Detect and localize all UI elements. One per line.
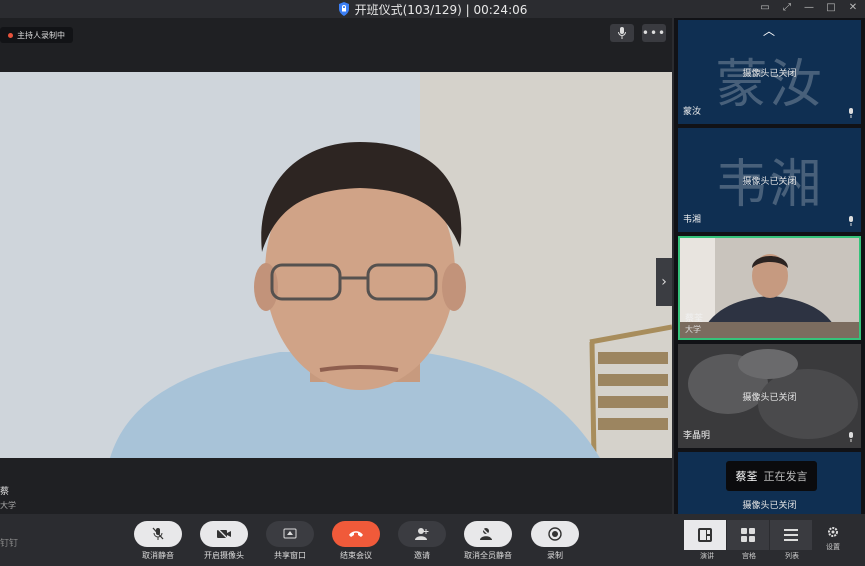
settings-button[interactable]: 设置 [826,526,840,552]
participant-sidebar: 蒙汝 ︿ 摄像头已关闭 蒙汝 韦湘 摄像头已关闭 韦湘 蔡荃 大学 摄像头已关闭 [674,18,865,514]
view-label: 列表 [785,552,799,560]
mic-muted-icon [152,527,164,540]
pill [266,521,314,547]
window-controls: ▭ ⤢ — □ ✕ [759,2,859,13]
settings-label: 设置 [826,543,840,551]
lock-icon [338,2,349,16]
pill [332,521,380,547]
maximize-icon[interactable]: □ [825,2,837,13]
start-camera-label: 开启摄像头 [204,551,244,560]
chevron-up-icon[interactable]: ︿ [763,22,775,39]
app-brand-text: 钉钉 [0,539,19,549]
close-icon[interactable]: ✕ [847,2,859,13]
layout-switcher [684,520,812,550]
participant-org: 大学 [685,325,701,334]
unmute-label: 取消静音 [142,551,174,560]
participant-tile-active[interactable]: 蔡荃 大学 [678,236,861,340]
recording-label: 主持人录制中 [17,30,65,40]
list-view-button[interactable] [770,520,812,550]
bottom-toolbar: 钉钉 取消静音 开启摄像头 共享窗口 结束会议 邀请 取消全员静音 录制 演讲 … [0,514,865,566]
record-dot-icon [8,32,13,38]
pill [531,521,579,547]
speaking-indicator: 蔡荃 正在发言 [726,461,817,491]
minimize-icon[interactable]: — [803,2,815,13]
microphone-icon [849,108,853,118]
microphone-icon [849,216,853,226]
participant-tile[interactable]: 韦湘 摄像头已关闭 韦湘 [678,128,861,232]
view-label: 宫格 [742,552,756,560]
speaker-name-tag: 蔡 大学 [0,484,16,511]
group-mute-icon [480,527,495,541]
unmute-all-button[interactable]: 取消全员静音 [464,521,512,561]
meeting-title: 开班仪式(103/129) | 00:24:06 [354,2,528,17]
share-screen-icon [283,528,297,539]
speaking-name: 蔡荃 [735,470,758,483]
speaker-video-image [0,72,672,458]
speaking-status: 正在发言 [763,470,808,483]
stage-topbar: 主持人录制中 ••• [0,18,672,48]
end-meeting-label: 结束会议 [340,551,372,560]
pip-icon[interactable]: ▭ [759,2,771,13]
ellipsis-icon: ••• [641,26,667,40]
more-options-button[interactable]: ••• [642,24,666,42]
pill [398,521,446,547]
camera-off-status: 摄像头已关闭 [742,177,797,187]
pill [200,521,248,547]
main-stage: 主持人录制中 ••• › 蔡 大学 [0,18,672,514]
share-window-label: 共享窗口 [274,551,306,560]
title-bar: 开班仪式(103/129) | 00:24:06 ▭ ⤢ — □ ✕ [0,0,865,18]
participant-video-image [680,238,859,338]
microphone-icon [849,432,853,442]
speaker-name: 蔡 [0,487,10,497]
chevron-right-icon: › [661,274,667,290]
end-meeting-button[interactable]: 结束会议 [332,521,380,561]
start-camera-button[interactable]: 开启摄像头 [200,521,248,561]
record-label: 录制 [547,551,563,560]
camera-off-status: 摄像头已关闭 [742,393,797,403]
invite-label: 邀请 [414,551,430,560]
speaker-layout-icon [698,528,712,542]
unmute-button[interactable]: 取消静音 [134,521,182,561]
microphone-icon [618,27,626,39]
add-user-icon [415,528,429,540]
gear-icon [828,527,838,537]
record-icon [548,527,562,541]
record-button[interactable]: 录制 [531,521,579,561]
share-window-button[interactable]: 共享窗口 [266,521,314,561]
avatar-text: 蒙汝 [715,55,824,115]
stage-mic-button[interactable] [610,24,634,42]
grid-layout-icon [741,528,755,542]
pill [464,521,512,547]
grid-view-button[interactable] [727,520,769,550]
list-layout-icon [784,529,798,541]
camera-off-status: 摄像头已关闭 [742,501,797,511]
fullscreen-icon[interactable]: ⤢ [781,2,793,13]
speaker-org: 大学 [0,501,16,510]
participant-name: 蔡荃 [685,314,704,324]
hang-up-icon [349,531,363,537]
pill [134,521,182,547]
participant-tile[interactable]: 摄像头已关闭 李晶明 [678,344,861,448]
participant-name: 韦湘 [683,215,702,225]
unmute-all-label: 取消全员静音 [464,551,512,560]
main-video-feed [0,72,672,458]
view-label: 演讲 [700,552,714,560]
participant-name: 蒙汝 [683,107,702,117]
collapse-sidebar-button[interactable]: › [656,258,672,306]
participant-tile[interactable]: 蒙汝 ︿ 摄像头已关闭 蒙汝 [678,20,861,124]
camera-off-icon [216,528,231,540]
invite-button[interactable]: 邀请 [398,521,446,561]
speaker-view-button[interactable] [684,520,726,550]
recording-badge: 主持人录制中 [0,27,73,43]
camera-off-status: 摄像头已关闭 [742,69,797,79]
participant-name: 李晶明 [683,431,711,441]
